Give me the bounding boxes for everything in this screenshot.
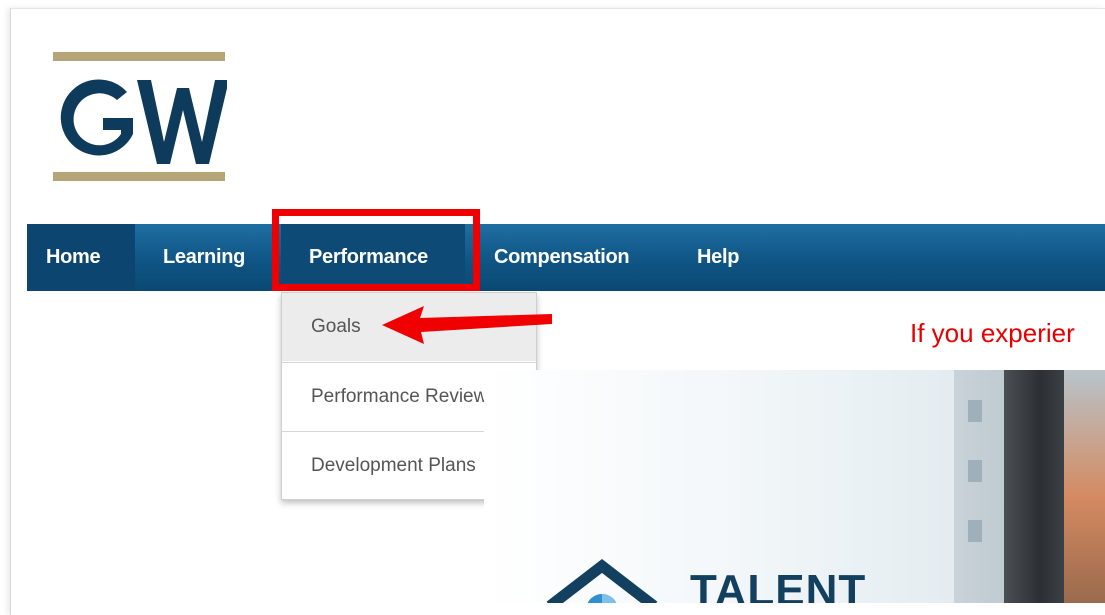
hero-banner: TALENT xyxy=(484,370,1105,603)
logo-bottom-bar xyxy=(53,172,225,181)
window-shape xyxy=(968,460,982,482)
gw-logo[interactable] xyxy=(53,52,227,182)
nav-learning[interactable]: Learning xyxy=(163,224,245,291)
hero-title: TALENT xyxy=(690,566,867,603)
window-shape xyxy=(968,520,982,542)
annotation-arrow-icon xyxy=(382,306,552,344)
nav-home[interactable]: Home xyxy=(27,224,135,291)
talent-logo-icon xyxy=(546,559,658,603)
hero-pillar xyxy=(1004,370,1064,603)
main-nav: Home Learning Performance Compensation H… xyxy=(27,224,1105,291)
logo-top-bar xyxy=(53,52,225,61)
hero-background-right xyxy=(1064,370,1105,603)
nav-help[interactable]: Help xyxy=(697,224,739,291)
logo-letters xyxy=(60,79,227,164)
window-shape xyxy=(968,400,982,422)
notice-text: If you experier xyxy=(910,318,1075,348)
nav-compensation[interactable]: Compensation xyxy=(494,224,630,291)
nav-performance[interactable]: Performance xyxy=(281,224,465,291)
